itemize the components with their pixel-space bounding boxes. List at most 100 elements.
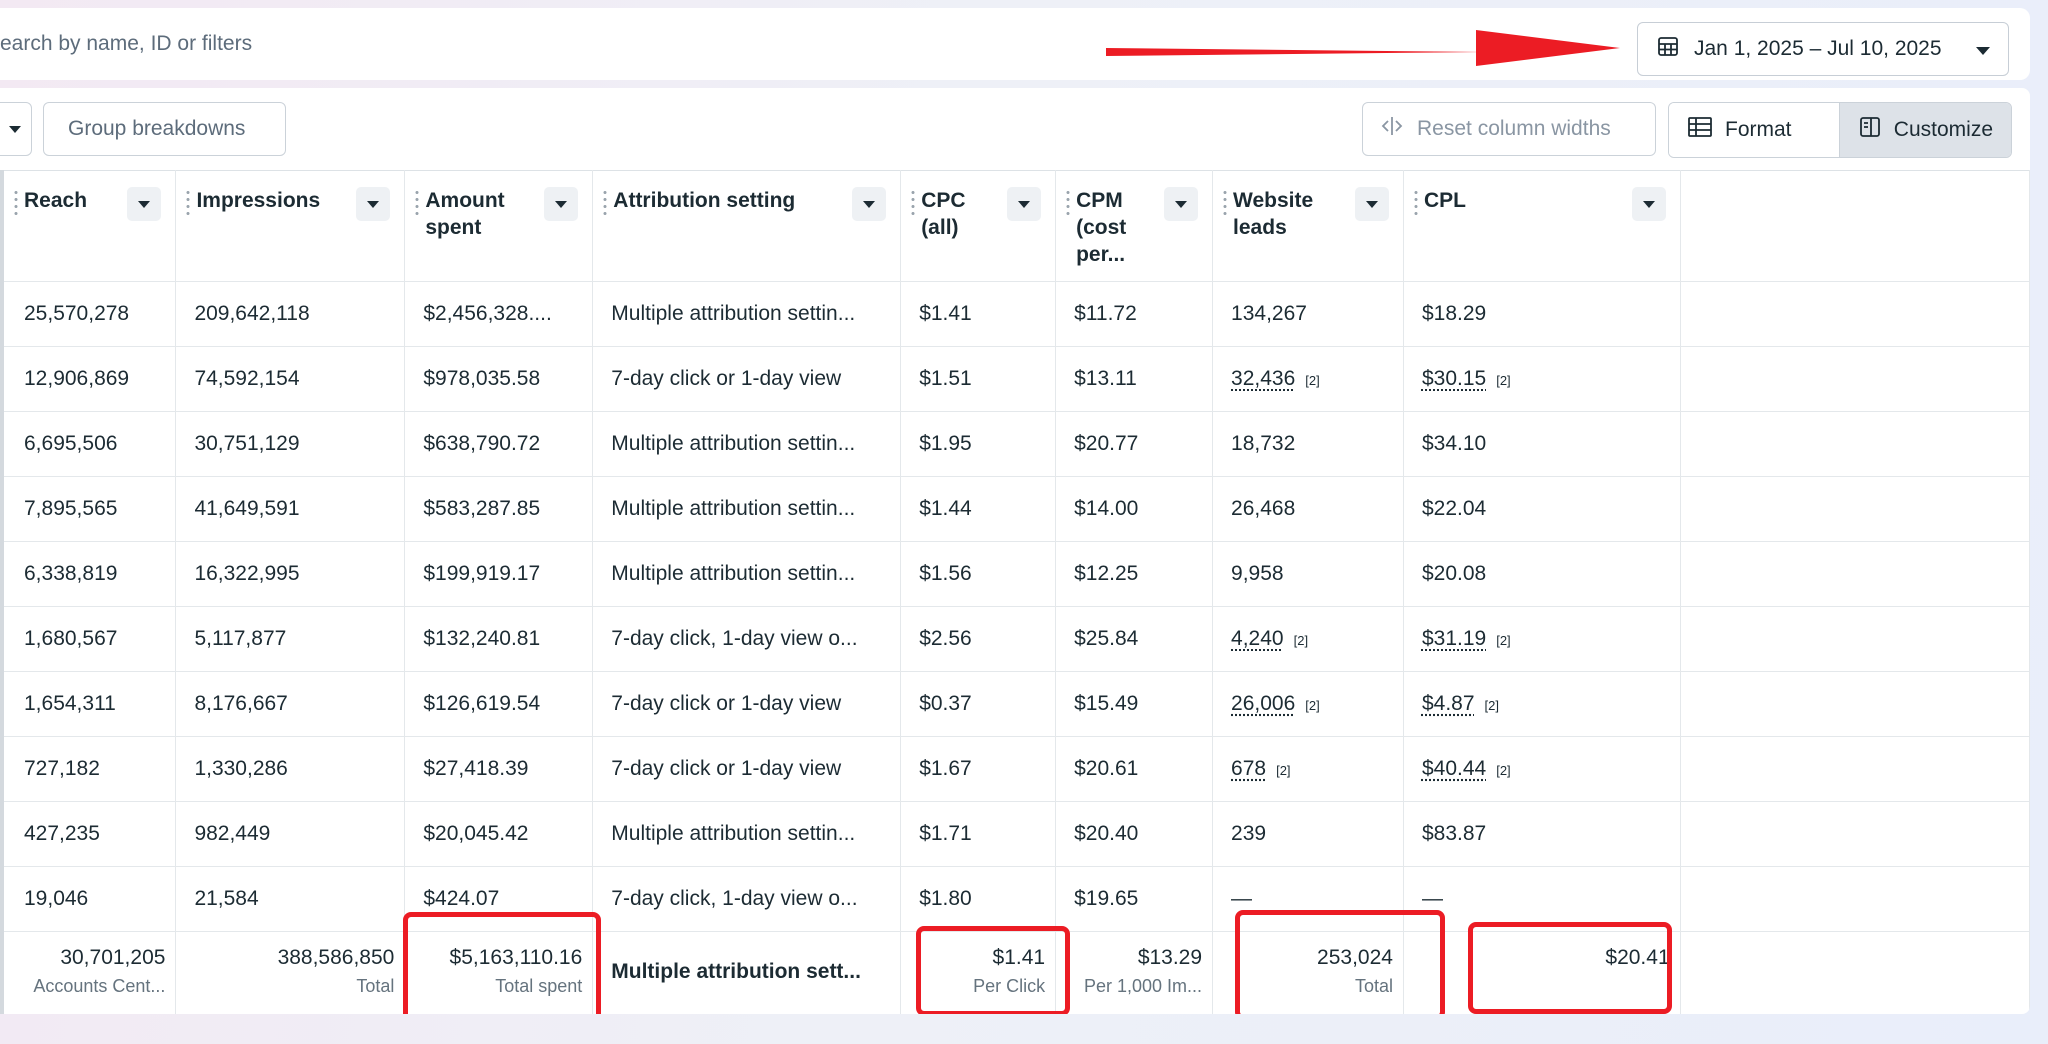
cell-filler bbox=[1680, 801, 2030, 867]
cell-cpm: $13.11 bbox=[1055, 346, 1214, 412]
table-row[interactable]: 19,046 21,584 $424.07 7-day click, 1-day vi… bbox=[4, 866, 2030, 932]
search-bar[interactable]: earch by name, ID or filters Jan 1, 2025… bbox=[0, 8, 2030, 80]
drag-handle-icon[interactable] bbox=[186, 189, 191, 217]
total-label: Accounts Cent... bbox=[33, 976, 166, 996]
total-value: 388,586,850 bbox=[277, 946, 395, 969]
column-header-website-leads[interactable]: Website leads bbox=[1212, 170, 1404, 282]
column-header-reach[interactable]: Reach bbox=[4, 170, 177, 282]
footnote-marker: [2] bbox=[1305, 373, 1320, 388]
table-row[interactable]: 1,680,567 5,117,877 $132,240.81 7-day click… bbox=[4, 606, 2030, 672]
table-row[interactable]: 6,695,506 30,751,129 $638,790.72 Multiple a… bbox=[4, 411, 2030, 477]
customize-button[interactable]: Customize bbox=[1839, 103, 2011, 157]
cell-amount-spent: $126,619.54 bbox=[404, 671, 594, 737]
metric-value[interactable]: 26,006 bbox=[1231, 692, 1295, 715]
drag-handle-icon[interactable] bbox=[1223, 189, 1228, 217]
cell-amount-spent: $583,287.85 bbox=[404, 476, 594, 542]
cell-cpc: $1.80 bbox=[900, 866, 1057, 932]
drag-handle-icon[interactable] bbox=[1413, 189, 1418, 217]
column-header-amount-spent[interactable]: Amount spent bbox=[404, 170, 594, 282]
table-row[interactable]: 427,235 982,449 $20,045.42 Multiple attribu… bbox=[4, 801, 2030, 867]
cell-cpc: $1.67 bbox=[900, 736, 1057, 802]
highlight-cpc-total bbox=[916, 926, 1070, 1014]
cell-website-leads: 26,468 bbox=[1212, 476, 1404, 542]
footnote-marker: [2] bbox=[1293, 633, 1309, 648]
cell-amount-spent: $199,919.17 bbox=[404, 541, 594, 607]
cell-cpc: $1.44 bbox=[900, 476, 1057, 542]
metric-value[interactable]: $31.19 bbox=[1422, 627, 1486, 650]
metric-value[interactable]: $4.87 bbox=[1422, 692, 1475, 715]
column-menu-button[interactable] bbox=[1354, 187, 1389, 221]
column-header-label: Reach bbox=[24, 189, 88, 212]
data-table: Reach Impressions Amount spent Attribution … bbox=[4, 170, 2030, 1014]
cell-filler bbox=[1680, 671, 2030, 737]
total-reach: 30,701,205 Accounts Cent... bbox=[4, 931, 177, 1014]
drag-handle-icon[interactable] bbox=[911, 189, 916, 217]
column-header-impressions[interactable]: Impressions bbox=[175, 170, 406, 282]
drag-handle-icon[interactable] bbox=[415, 189, 420, 217]
caret-down-icon bbox=[9, 125, 21, 133]
cell-amount-spent: $20,045.42 bbox=[404, 801, 594, 867]
metric-value[interactable]: 678 bbox=[1231, 757, 1266, 780]
customize-label: Customize bbox=[1893, 118, 1993, 141]
reset-column-widths-button[interactable]: Reset column widths bbox=[1362, 102, 1656, 156]
drag-handle-icon[interactable] bbox=[603, 189, 608, 217]
cell-reach: 6,695,506 bbox=[4, 411, 177, 477]
cell-amount-spent: $2,456,328.... bbox=[404, 281, 594, 347]
total-impressions: 388,586,850 Total bbox=[175, 931, 406, 1014]
column-menu-button[interactable] bbox=[127, 187, 162, 221]
column-header-label: CPM (cost per... bbox=[1076, 189, 1127, 266]
drag-handle-icon[interactable] bbox=[14, 189, 18, 217]
table-row[interactable]: 6,338,819 16,322,995 $199,919.17 Multiple a… bbox=[4, 541, 2030, 607]
column-header-cpc[interactable]: CPC (all) bbox=[900, 170, 1057, 282]
table-row[interactable]: 7,895,565 41,649,591 $583,287.85 Multiple a… bbox=[4, 476, 2030, 542]
caret-down-icon bbox=[1642, 200, 1655, 208]
search-input[interactable]: earch by name, ID or filters bbox=[0, 32, 252, 56]
cell-cpm: $20.61 bbox=[1055, 736, 1214, 802]
total-value: $13.29 bbox=[1137, 946, 1203, 969]
drag-handle-icon[interactable] bbox=[1066, 189, 1071, 217]
cell-attribution-setting: Multiple attribution settin... bbox=[592, 476, 902, 542]
cell-cpm: $20.77 bbox=[1055, 411, 1214, 477]
table-body: 25,570,278 209,642,118 $2,456,328.... Multi… bbox=[4, 281, 2030, 1014]
metric-value[interactable]: 4,240 bbox=[1231, 627, 1284, 650]
total-attribution-setting: Multiple attribution sett... bbox=[592, 931, 902, 1014]
footnote-marker: [2] bbox=[1496, 763, 1511, 778]
column-header-cpm[interactable]: CPM (cost per... bbox=[1055, 170, 1214, 282]
cell-website-leads: 239 bbox=[1212, 801, 1404, 867]
cell-reach: 19,046 bbox=[4, 866, 177, 932]
table-row[interactable]: 12,906,869 74,592,154 $978,035.58 7-day cli… bbox=[4, 346, 2030, 412]
cell-cpc: $1.71 bbox=[900, 801, 1057, 867]
column-menu-button[interactable] bbox=[852, 187, 887, 221]
date-range-label: Jan 1, 2025 – Jul 10, 2025 bbox=[1694, 37, 1942, 60]
total-label: Per 1,000 Im... bbox=[1083, 976, 1203, 996]
metric-value[interactable]: $40.44 bbox=[1422, 757, 1486, 780]
cell-cpl: $30.15 [2] bbox=[1403, 346, 1681, 412]
cell-reach: 1,680,567 bbox=[4, 606, 177, 672]
column-menu-button[interactable] bbox=[1007, 187, 1042, 221]
caret-down-icon bbox=[1175, 200, 1188, 208]
format-button[interactable]: Format bbox=[1669, 103, 1840, 157]
column-menu-button[interactable] bbox=[544, 187, 579, 221]
report-panel: Group breakdowns Reset column widths For… bbox=[0, 88, 2030, 1014]
metric-value[interactable]: 32,436 bbox=[1231, 367, 1295, 390]
column-header-cpl[interactable]: CPL bbox=[1403, 170, 1681, 282]
caret-down-icon bbox=[1976, 37, 1990, 61]
group-breakdowns-button[interactable]: Group breakdowns bbox=[43, 102, 286, 156]
table-row[interactable]: 1,654,311 8,176,667 $126,619.54 7-day click… bbox=[4, 671, 2030, 737]
column-menu-button[interactable] bbox=[356, 187, 391, 221]
table-row[interactable]: 727,182 1,330,286 $27,418.39 7-day click or… bbox=[4, 736, 2030, 802]
column-menu-button[interactable] bbox=[1631, 187, 1666, 221]
cell-amount-spent: $638,790.72 bbox=[404, 411, 594, 477]
column-header-label: Impressions bbox=[196, 189, 321, 212]
cell-filler bbox=[1680, 476, 2030, 542]
date-range-picker[interactable]: Jan 1, 2025 – Jul 10, 2025 bbox=[1637, 22, 2009, 76]
cell-cpc: $1.56 bbox=[900, 541, 1057, 607]
table-row[interactable]: 25,570,278 209,642,118 $2,456,328.... Multi… bbox=[4, 281, 2030, 347]
column-menu-button[interactable] bbox=[1164, 187, 1199, 221]
footnote-marker: [2] bbox=[1305, 698, 1320, 713]
dropdown-button[interactable] bbox=[0, 102, 32, 156]
metric-value[interactable]: $30.15 bbox=[1422, 367, 1486, 390]
column-header-attribution-setting[interactable]: Attribution setting bbox=[592, 170, 902, 282]
column-header-label: Amount spent bbox=[425, 189, 505, 239]
caret-down-icon bbox=[1018, 200, 1031, 208]
